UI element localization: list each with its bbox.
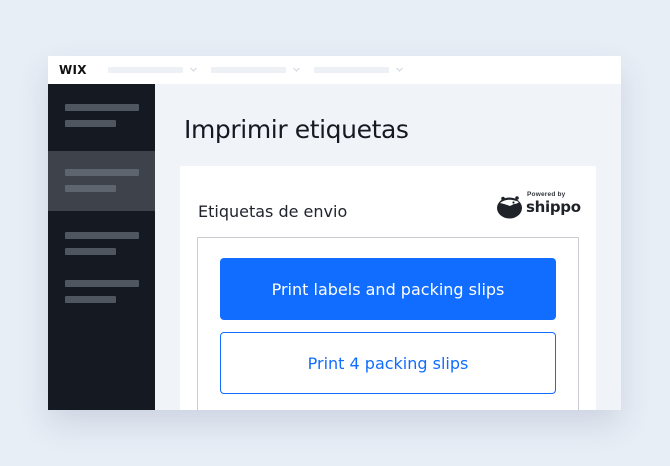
top-menu-1[interactable] bbox=[108, 65, 198, 75]
print-options-panel: Print labels and packing slips Print 4 p… bbox=[197, 237, 579, 410]
top-bar: WIX bbox=[48, 56, 621, 85]
sidebar-item-1[interactable] bbox=[48, 90, 155, 150]
sidebar-item-2-active[interactable] bbox=[48, 151, 155, 211]
app-window: WIX Imprimir etiquetas Etiquetas de envi… bbox=[48, 56, 621, 410]
top-menu-2[interactable] bbox=[211, 65, 303, 75]
top-menu-1-placeholder bbox=[108, 67, 183, 73]
chevron-down-icon bbox=[396, 67, 403, 72]
powered-by-text: Powered by bbox=[527, 191, 566, 198]
shippo-wordmark: shippo bbox=[526, 198, 581, 216]
sidebar-item-4-line-1 bbox=[65, 280, 139, 287]
sidebar bbox=[48, 84, 155, 410]
shippo-badge: Powered by shippo bbox=[496, 191, 582, 221]
shippo-logo-icon bbox=[497, 196, 522, 219]
card-title: Etiquetas de envio bbox=[198, 202, 348, 221]
sidebar-item-4[interactable] bbox=[48, 269, 155, 329]
sidebar-item-2-line-1 bbox=[65, 169, 139, 176]
shipping-labels-card: Etiquetas de envio Powered by shippo Pri… bbox=[180, 166, 596, 410]
print-packing-slips-button[interactable]: Print 4 packing slips bbox=[220, 332, 556, 394]
sidebar-item-1-line-1 bbox=[65, 104, 139, 111]
chevron-down-icon bbox=[293, 67, 300, 72]
sidebar-item-2-line-2 bbox=[65, 185, 116, 192]
top-menu-3[interactable] bbox=[314, 65, 406, 75]
sidebar-item-4-line-2 bbox=[65, 296, 116, 303]
top-menu-2-placeholder bbox=[211, 67, 286, 73]
sidebar-item-3-line-1 bbox=[65, 232, 139, 239]
sidebar-item-3-line-2 bbox=[65, 248, 116, 255]
page-title: Imprimir etiquetas bbox=[184, 115, 409, 144]
chevron-down-icon bbox=[190, 67, 197, 72]
wix-logo[interactable]: WIX bbox=[59, 63, 87, 77]
sidebar-item-1-line-2 bbox=[65, 120, 116, 127]
print-labels-and-packing-slips-button[interactable]: Print labels and packing slips bbox=[220, 258, 556, 320]
top-menu-3-placeholder bbox=[314, 67, 389, 73]
main-content: Imprimir etiquetas Etiquetas de envio Po… bbox=[155, 84, 621, 410]
